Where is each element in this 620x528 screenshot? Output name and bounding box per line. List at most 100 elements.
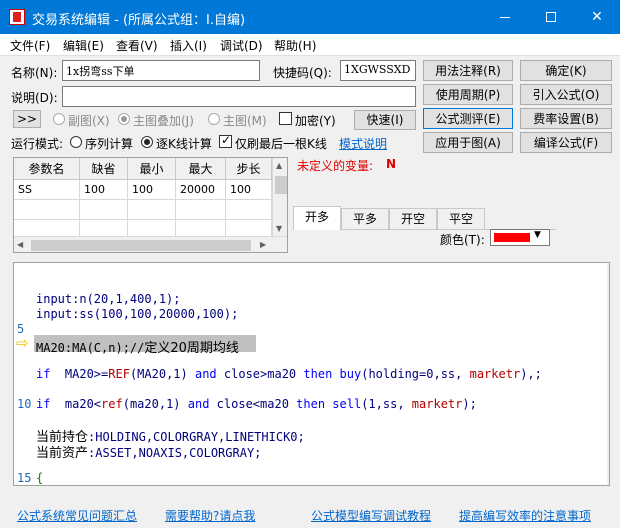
fn-marketr: marketr [469,367,521,381]
col-header-max: 最大 [176,158,226,180]
editor-vscroll-thumb[interactable] [609,279,610,344]
fn-ref: REF [108,367,130,381]
params-table: 参数名 缺省 最小 最大 步长 SS 100 100 20000 100 ▲ ▼… [13,157,288,253]
line-number: 10 [17,397,32,411]
scroll-up-icon[interactable]: ▲ [276,161,282,170]
main-overlay-label: 主图叠加(J) [133,114,194,128]
code-token: (ma20,1) [122,397,181,411]
maximize-icon [546,12,556,22]
asset-label: 当前资产 [36,446,89,461]
kw-and: and [187,397,210,411]
cell-max[interactable]: 20000 [176,180,226,200]
code-token: :ASSET,NOAXIS,COLORGRAY; [88,446,262,460]
code-token: (MA20,1) [129,367,188,381]
ok-button[interactable]: 确定(K) [520,60,612,81]
per-bar-calc-radio[interactable] [141,136,153,148]
import-formula-button[interactable]: 引入公式(O) [520,84,612,105]
line-number: 15 [17,471,32,485]
usage-period-button[interactable]: 使用周期(P) [423,84,513,105]
tab-open-short[interactable]: 开空 [389,208,437,229]
code-editor[interactable]: input:n(20,1,400,1); input:ss(100,100,20… [13,262,610,486]
code-token: close<ma20 [216,397,289,411]
kw-if: if [36,367,51,381]
desc-input[interactable] [62,86,416,107]
table-vscroll-thumb[interactable] [275,176,287,194]
maximize-button[interactable] [528,0,574,34]
sub-chart-radio[interactable] [53,113,65,125]
cell-step[interactable]: 100 [226,180,272,200]
table-hscroll-thumb[interactable] [31,240,251,251]
name-input[interactable]: 1x拐弯ss下单 [62,60,260,81]
menu-debug[interactable]: 调试(D) [220,37,263,54]
tab-close-long[interactable]: 平多 [341,208,389,229]
main-chart-radio[interactable] [208,113,220,125]
scroll-right-icon[interactable]: ▶ [260,240,266,249]
desc-label: 说明(D): [11,91,58,105]
fn-buy: buy [339,367,362,381]
faq-link[interactable]: 公式系统常见问题汇总 [17,507,137,524]
last-bar-checkbox[interactable] [219,133,232,148]
code-line: input:n(20,1,400,1); [36,292,181,306]
formula-app-icon [9,9,25,25]
ma-code: MA20:MA(C,n);// [36,341,145,355]
cell-param-name[interactable]: SS [14,180,80,200]
table-horizontal-scrollbar[interactable]: ◀ ▶ [14,236,287,252]
menu-help[interactable]: 帮助(H) [274,37,316,54]
menu-file[interactable]: 文件(F) [10,37,50,54]
col-header-min: 最小 [128,158,176,180]
kw-and: and [194,367,217,381]
formula-test-button[interactable]: 公式测评(E) [423,108,513,129]
shortcut-input[interactable]: 1XGWSSXD [340,60,416,81]
undefined-vars-label: 未定义的变量: [297,159,374,173]
tab-open-long[interactable]: 开多 [293,206,341,230]
menu-edit[interactable]: 编辑(E) [63,37,104,54]
editor-vertical-scrollbar[interactable]: ▲ ▼ [607,263,610,485]
fast-button[interactable]: 快速(I) [354,110,416,130]
col-header-param-name: 参数名 [14,158,80,180]
expand-button[interactable]: >> [13,110,41,128]
cell-min[interactable]: 100 [128,180,176,200]
mode-help-link[interactable]: 模式说明 [339,135,387,152]
fn-sell: sell [332,397,362,411]
menu-view[interactable]: 查看(V) [116,37,158,54]
cell-default[interactable]: 100 [80,180,128,200]
help-link[interactable]: 需要帮助?请点我 [165,507,255,524]
fn-ref: ref [101,397,123,411]
close-button[interactable]: ✕ [574,0,620,34]
tab-close-short[interactable]: 平空 [437,208,485,229]
code-token: (1,ss, [361,397,405,411]
color-picker[interactable]: ▼ [490,229,550,246]
encrypt-label: 加密(Y) [295,114,336,128]
per-bar-calc-label: 逐K线计算 [156,137,212,151]
minimize-button[interactable] [482,0,528,34]
sequence-calc-radio[interactable] [70,136,82,148]
fee-settings-button[interactable]: 费率设置(B) [520,108,612,129]
apply-to-chart-button[interactable]: 应用于图(A) [423,132,513,153]
code-line: { [36,471,44,485]
main-chart-label: 主图(M) [223,114,267,128]
code-line: input:ss(100,100,20000,100); [36,307,239,321]
scroll-down-icon[interactable]: ▼ [276,224,282,233]
col-header-default: 缺省 [80,158,128,180]
encrypt-checkbox[interactable] [279,112,292,125]
compile-formula-button[interactable]: 编译公式(F) [520,132,612,153]
run-mode-label: 运行模式: [11,137,64,151]
usage-notes-button[interactable]: 用法注释(R) [423,60,513,81]
sub-chart-label: 副图(X) [68,114,110,128]
window-title: 交易系统编辑 - (所属公式组：I.自编) [32,13,246,28]
undefined-vars-value: N [386,157,397,171]
menu-insert[interactable]: 插入(I) [170,37,207,54]
table-vertical-scrollbar[interactable]: ▲ ▼ [272,158,287,236]
minimize-icon [500,17,510,18]
name-label: 名称(N): [11,66,58,80]
main-overlay-radio[interactable] [118,113,130,125]
tutorial-link[interactable]: 公式模型编写调试教程 [311,507,431,524]
ma-comment: 定义20周期均线 [144,341,239,356]
scroll-left-icon[interactable]: ◀ [17,240,23,249]
kw-then: then [303,367,333,381]
chevron-down-icon: ▼ [534,230,541,240]
shortcut-label: 快捷码(Q): [273,66,332,80]
code-token: ma20< [64,397,102,411]
efficiency-tips-link[interactable]: 提高编写效率的注意事项 [459,507,591,524]
code-token: MA20>= [64,367,109,381]
